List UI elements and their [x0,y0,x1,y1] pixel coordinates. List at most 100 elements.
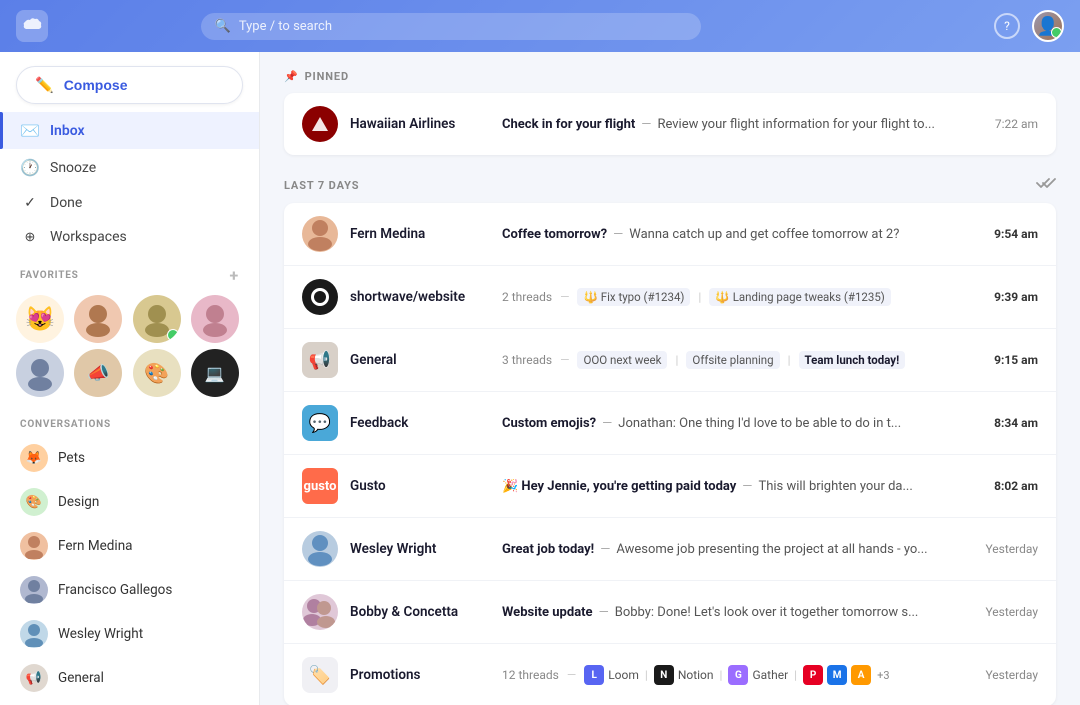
email-body-wesley: Great job today! — Awesome job presentin… [502,542,961,557]
email-time-bobbyc: Yesterday [985,605,1038,619]
favorite-avatar-5[interactable] [16,349,64,397]
email-preview-hawaiian: Review your flight information for your … [657,117,934,132]
user-avatar[interactable]: 👤 [1032,10,1064,42]
topbar-right: ? 👤 [994,10,1064,42]
sidebar: ✏️ Compose ✉️ Inbox 🕐 Snooze ✓ Done ⊕ Wo… [0,52,260,705]
snooze-label: Snooze [50,160,96,176]
workspaces-label: Workspaces [50,229,127,245]
email-subject-wesley: Great job today! [502,542,594,557]
pinned-label: 📌 PINNED [284,70,1056,83]
app-logo[interactable] [16,10,48,42]
email-time-wesley: Yesterday [985,542,1038,556]
conversations-label: CONVERSATIONS [20,419,111,430]
email-row-hawaiian[interactable]: Hawaiian Airlines Check in for your flig… [284,93,1056,155]
email-row-bobbyc[interactable]: Bobby & Concetta Website update — Bobby:… [284,581,1056,644]
pinned-section: 📌 PINNED Hawaiian Airlines Check in for … [260,52,1080,155]
email-row-promotions[interactable]: 🏷️ Promotions 12 threads — L Loom | N No… [284,644,1056,705]
conv-avatar-francisco [20,576,48,604]
email-avatar-hawaiian [302,106,338,142]
sidebar-item-francisco[interactable]: Francisco Gallegos [0,568,259,612]
favorite-avatar-4[interactable] [191,295,239,343]
email-sender-hawaiian: Hawaiian Airlines [350,116,490,132]
sidebar-item-bobby[interactable]: Bobby Tables [0,700,259,705]
promo-icon-m: M [827,665,847,685]
favorite-avatar-1[interactable]: 😻 [16,295,64,343]
favorites-grid: 😻 📣 🎨 💻 [0,291,259,407]
promo-icon-a: A [851,665,871,685]
email-row-gusto[interactable]: gusto Gusto 🎉 Hey Jennie, you're getting… [284,455,1056,518]
email-body-feedback: Custom emojis? — Jonathan: One thing I'd… [502,416,970,431]
help-button[interactable]: ? [994,13,1020,39]
thread-pill-1: 🔱 Fix typo (#1234) [577,288,690,306]
email-time-fern: 9:54 am [994,227,1038,241]
promo-label-loom: Loom [608,668,639,682]
email-sender-promotions: Promotions [350,667,490,683]
favorite-avatar-8[interactable]: 💻 [191,349,239,397]
email-avatar-bobbyc [302,594,338,630]
email-row-shortwave[interactable]: shortwave/website 2 threads — 🔱 Fix typo… [284,266,1056,329]
conv-avatar-fern [20,532,48,560]
favorites-label: FAVORITES [20,270,79,281]
email-avatar-fern [302,216,338,252]
email-sender-bobbyc: Bobby & Concetta [350,604,490,620]
thread-count-general: 3 threads [502,353,552,367]
favorite-avatar-3[interactable] [133,295,181,343]
favorite-avatar-2[interactable] [74,295,122,343]
conv-avatar-wesley [20,620,48,648]
thread-count-shortwave: 2 threads [502,290,552,304]
mark-all-read-button[interactable] [1036,175,1056,195]
last7days-list: Fern Medina Coffee tomorrow? — Wanna cat… [260,203,1080,705]
email-avatar-feedback: 💬 [302,405,338,441]
content-area: 📌 PINNED Hawaiian Airlines Check in for … [260,52,1080,705]
thread-info-promotions: 12 threads — L Loom | N Notion | G Gathe… [502,665,890,685]
email-row-wesley[interactable]: Wesley Wright Great job today! — Awesome… [284,518,1056,581]
main-layout: ✏️ Compose ✉️ Inbox 🕐 Snooze ✓ Done ⊕ Wo… [0,52,1080,705]
promo-icon-gather: G [728,665,748,685]
thread-info-general: 3 threads — OOO next week | Offsite plan… [502,351,905,369]
sidebar-item-snooze[interactable]: 🕐 Snooze [0,149,259,186]
search-bar[interactable]: 🔍 Type / to search [201,13,701,40]
add-favorite-button[interactable]: + [229,266,239,285]
conv-label-general: General [58,670,104,686]
compose-button[interactable]: ✏️ Compose [16,66,243,104]
workspaces-icon: ⊕ [20,230,40,245]
tag-lunch: Team lunch today! [799,351,906,369]
sidebar-item-pets[interactable]: 🦊 Pets [0,436,259,480]
sidebar-item-workspaces[interactable]: ⊕ Workspaces [0,220,259,254]
promo-label-notion: Notion [678,668,714,682]
email-sender-shortwave: shortwave/website [350,289,490,305]
favorite-avatar-7[interactable]: 🎨 [133,349,181,397]
email-body-fern: Coffee tomorrow? — Wanna catch up and ge… [502,227,970,242]
email-row-feedback[interactable]: 💬 Feedback Custom emojis? — Jonathan: On… [284,392,1056,455]
pin-icon: 📌 [284,70,299,83]
sidebar-item-general[interactable]: 📢 General [0,656,259,700]
tag-ooo: OOO next week [577,351,667,369]
pinned-email-card: Hawaiian Airlines Check in for your flig… [284,93,1056,155]
sidebar-item-inbox[interactable]: ✉️ Inbox [0,112,259,149]
last7days-label: LAST 7 DAYS [284,179,359,192]
email-body-promotions: 12 threads — L Loom | N Notion | G Gathe… [502,665,961,685]
sidebar-item-design[interactable]: 🎨 Design [0,480,259,524]
promo-icon-loom: L [584,665,604,685]
email-preview-gusto: This will brighten your da... [758,479,912,494]
sidebar-item-done[interactable]: ✓ Done [0,186,259,220]
email-subject-fern: Coffee tomorrow? [502,227,607,242]
done-label: Done [50,195,82,211]
favorite-avatar-6[interactable]: 📣 [74,349,122,397]
sidebar-item-fern[interactable]: Fern Medina [0,524,259,568]
email-avatar-promotions: 🏷️ [302,657,338,693]
email-time-feedback: 8:34 am [994,416,1038,430]
email-body-gusto: 🎉 Hey Jennie, you're getting paid today … [502,479,970,494]
topbar: 🔍 Type / to search ? 👤 [0,0,1080,52]
thread-pill-2: 🔱 Landing page tweaks (#1235) [709,288,890,306]
last7days-header: LAST 7 DAYS [260,159,1080,203]
promo-icon-pinterest: P [803,665,823,685]
email-row-fern[interactable]: Fern Medina Coffee tomorrow? — Wanna cat… [284,203,1056,266]
sidebar-item-wesley[interactable]: Wesley Wright [0,612,259,656]
email-row-general[interactable]: 📢 General 3 threads — OOO next week | Of… [284,329,1056,392]
inbox-label: Inbox [50,123,85,139]
email-preview-bobbyc: Bobby: Done! Let's look over it together… [615,605,919,620]
email-avatar-gusto: gusto [302,468,338,504]
thread-info-shortwave: 2 threads — 🔱 Fix typo (#1234) | 🔱 Landi… [502,288,891,306]
email-body-general: 3 threads — OOO next week | Offsite plan… [502,351,970,369]
